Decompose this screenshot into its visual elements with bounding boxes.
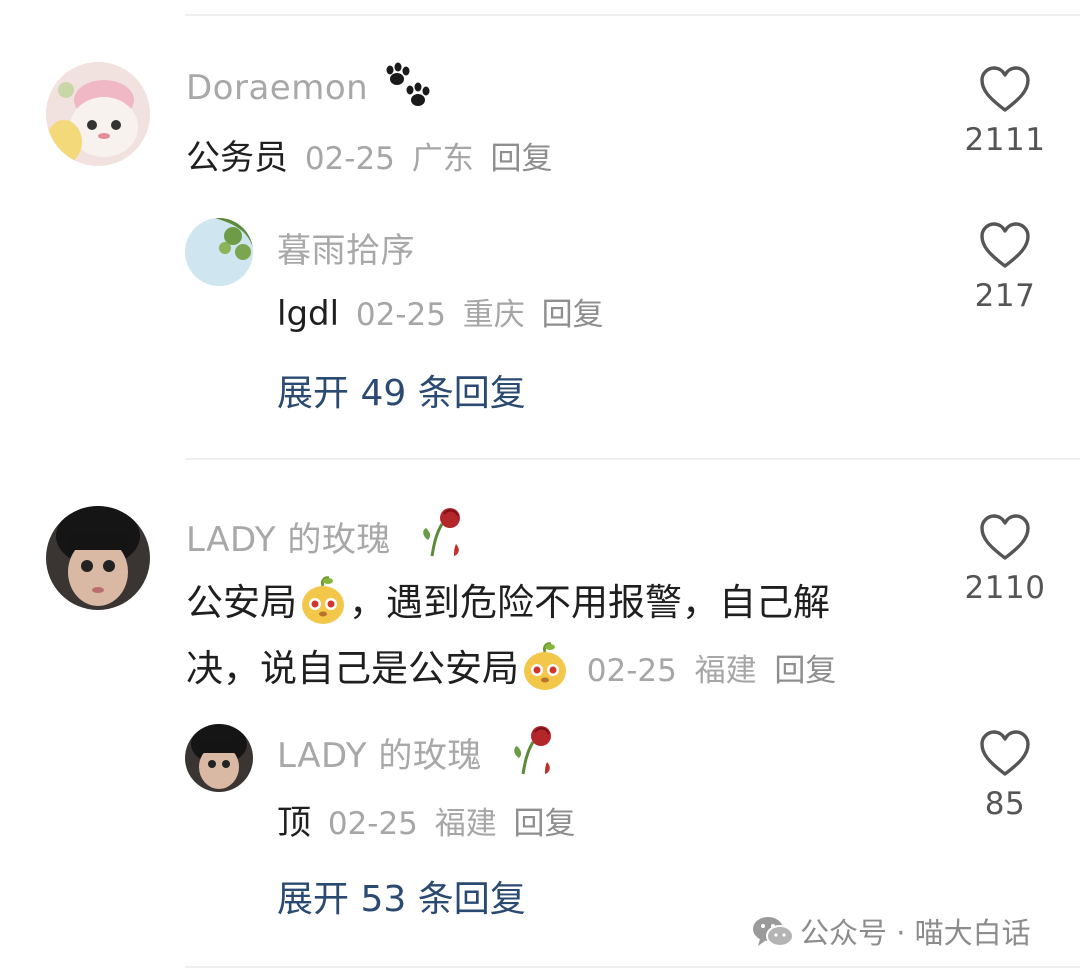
- divider-middle: [185, 458, 1080, 460]
- reply-text-line: 顶 02-25 福建 回复: [277, 795, 576, 844]
- reply-region: 重庆: [462, 297, 525, 333]
- pear-emoji-icon: [297, 575, 349, 627]
- wilted-rose-icon: [509, 722, 561, 780]
- avatar[interactable]: [46, 62, 150, 166]
- reply-region: 福建: [434, 806, 497, 842]
- avatar[interactable]: [46, 506, 150, 610]
- comment-text-line: 公务员 02-25 广东 回复: [186, 130, 553, 179]
- expand-replies-button[interactable]: 展开 49 条回复: [277, 364, 526, 416]
- wilted-rose-icon: [418, 504, 470, 562]
- comment-region: 广东: [411, 141, 474, 177]
- reply-button[interactable]: 回复: [542, 297, 604, 333]
- divider-bottom: [185, 966, 1080, 968]
- like-count: 85: [984, 786, 1026, 822]
- heart-icon[interactable]: [979, 514, 1031, 562]
- comment-username[interactable]: Doraemon: [186, 68, 368, 108]
- reply-text: lgdl: [277, 294, 340, 334]
- wechat-icon: [752, 915, 794, 956]
- reply-button[interactable]: 回复: [774, 653, 836, 689]
- pear-emoji-icon: [519, 641, 571, 693]
- like-count: 2111: [964, 122, 1046, 158]
- heart-icon[interactable]: [979, 222, 1031, 270]
- watermark: 公众号 · 喵大白话: [752, 910, 1031, 956]
- like-control[interactable]: 2110: [955, 514, 1055, 606]
- reply-avatar[interactable]: [185, 218, 253, 286]
- reply-avatar[interactable]: [185, 724, 253, 792]
- like-count: 217: [974, 278, 1036, 314]
- reply-text-line: lgdl 02-25 重庆 回复: [277, 289, 604, 334]
- reply-button[interactable]: 回复: [491, 141, 553, 177]
- comment-text-part: 决，说自己是公安局: [186, 647, 519, 690]
- reply-date: 02-25: [327, 806, 418, 842]
- comment-date: 02-25: [586, 653, 677, 689]
- like-control[interactable]: 2111: [955, 66, 1055, 158]
- reply-button[interactable]: 回复: [514, 806, 576, 842]
- reply-username[interactable]: 暮雨拾序: [277, 223, 415, 272]
- reply-text: 顶: [277, 803, 311, 843]
- comment-text-line-1: 公安局 ，遇到危险不用报警，自己解: [186, 572, 830, 627]
- heart-icon[interactable]: [979, 730, 1031, 778]
- comment-date: 02-25: [304, 141, 395, 177]
- watermark-text: 公众号 · 喵大白话: [800, 916, 1031, 950]
- comment-text-part: 公安局: [186, 581, 297, 624]
- expand-replies-button[interactable]: 展开 53 条回复: [277, 870, 526, 922]
- comment-text: 公务员: [186, 138, 288, 178]
- comment-text-line-2: 决，说自己是公安局 02-25 福建 回复: [186, 638, 836, 693]
- paw-icon: [380, 62, 434, 114]
- like-count: 2110: [964, 570, 1046, 606]
- reply-username[interactable]: LADY 的玫瑰: [277, 728, 482, 777]
- comment-text-part: ，遇到危险不用报警，自己解: [349, 581, 830, 624]
- reply-date: 02-25: [355, 297, 446, 333]
- divider-top: [185, 14, 1080, 16]
- comment-region: 福建: [694, 653, 757, 689]
- heart-icon[interactable]: [979, 66, 1031, 114]
- comment-username[interactable]: LADY 的玫瑰: [186, 512, 391, 561]
- reply-like-control[interactable]: 217: [955, 222, 1055, 314]
- reply-like-control[interactable]: 85: [955, 730, 1055, 822]
